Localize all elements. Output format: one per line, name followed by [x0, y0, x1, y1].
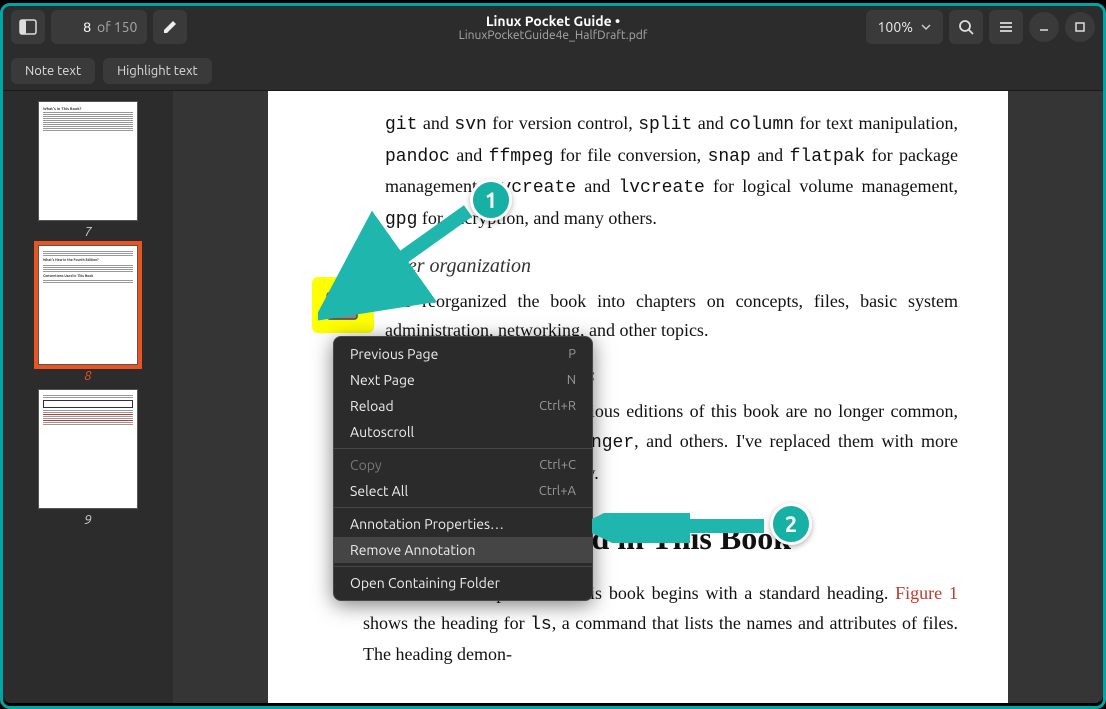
menu-select-all[interactable]: Select AllCtrl+A [334, 478, 592, 504]
chevron-down-icon [921, 22, 931, 32]
maximize-button[interactable] [1065, 12, 1095, 42]
menu-copy: CopyCtrl+C [334, 452, 592, 478]
context-menu: Previous PageP Next PageN ReloadCtrl+R A… [333, 336, 593, 601]
thumbnail-image [38, 389, 138, 509]
thumbnail-image: What's New in the Fourth Edition? Conven… [38, 245, 138, 365]
search-button[interactable] [949, 10, 983, 44]
page-input[interactable] [61, 19, 91, 35]
zoom-value: 100% [878, 19, 913, 35]
annotate-toggle-button[interactable] [153, 10, 187, 44]
thumbnail-page-7[interactable]: What's in This Book? 7 [38, 101, 138, 239]
thumbnail-label: 9 [84, 513, 91, 527]
callout-2: 2 [770, 503, 812, 545]
thumbnail-page-9[interactable]: 9 [38, 389, 138, 527]
menu-next-page[interactable]: Next PageN [334, 367, 592, 393]
page-total-label: of 150 [97, 19, 137, 35]
page-number-box[interactable]: of 150 [51, 10, 147, 44]
callout-arrow-1 [318, 201, 478, 321]
callout-1: 1 [470, 179, 512, 221]
menu-remove-annotation[interactable]: Remove Annotation [334, 537, 592, 563]
zoom-dropdown[interactable]: 100% [866, 10, 943, 44]
menu-autoscroll[interactable]: Autoscroll [334, 419, 592, 445]
callout-arrow-2 [592, 513, 772, 543]
thumbnail-sidebar[interactable]: What's in This Book? 7 What's New in the… [3, 91, 173, 703]
menu-separator [334, 507, 592, 508]
minimize-icon [1038, 21, 1050, 33]
thumbnail-label: 7 [84, 225, 91, 239]
sidebar-toggle-button[interactable] [11, 10, 45, 44]
highlight-text-button[interactable]: Highlight text [103, 58, 212, 84]
hamburger-icon [998, 19, 1014, 35]
document-title: Linux Pocket Guide • [459, 13, 648, 29]
pencil-icon [162, 19, 178, 35]
panel-icon [19, 18, 37, 36]
hamburger-menu-button[interactable] [989, 10, 1023, 44]
document-viewer[interactable]: git and svn for version control, split a… [173, 91, 1103, 703]
thumbnail-label: 8 [84, 369, 91, 383]
note-text-button[interactable]: Note text [11, 58, 95, 84]
search-icon [958, 19, 974, 35]
menu-separator [334, 566, 592, 567]
thumbnail-page-8[interactable]: What's New in the Fourth Edition? Conven… [38, 245, 138, 383]
maximize-icon [1074, 21, 1086, 33]
menu-annotation-properties[interactable]: Annotation Properties… [334, 511, 592, 537]
menu-separator [334, 448, 592, 449]
minimize-button[interactable] [1029, 12, 1059, 42]
menu-previous-page[interactable]: Previous PageP [334, 341, 592, 367]
thumbnail-image: What's in This Book? [38, 101, 138, 221]
menu-reload[interactable]: ReloadCtrl+R [334, 393, 592, 419]
menu-open-containing-folder[interactable]: Open Containing Folder [334, 570, 592, 596]
document-filename: LinuxPocketGuide4e_HalfDraft.pdf [459, 29, 648, 42]
